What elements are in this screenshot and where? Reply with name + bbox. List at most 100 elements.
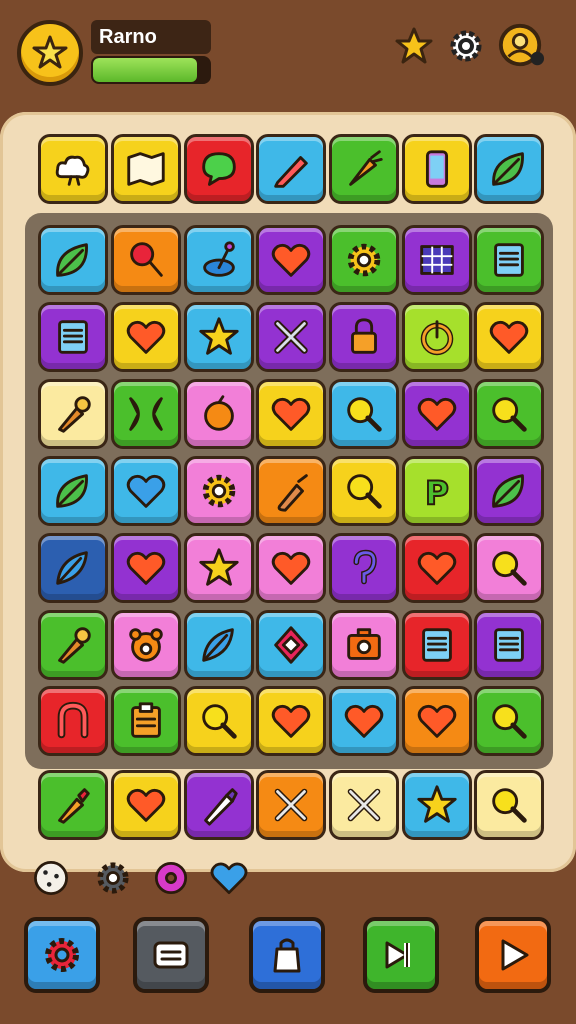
grid-tile[interactable] xyxy=(474,610,544,680)
notepad-icon xyxy=(494,243,524,277)
skip-icon xyxy=(385,941,410,969)
top-row-tile[interactable] xyxy=(111,134,181,204)
grid-tile[interactable] xyxy=(329,533,399,603)
grid-tile[interactable] xyxy=(329,610,399,680)
torch-icon xyxy=(58,627,91,664)
leaf-icon xyxy=(56,474,88,508)
top-row-tile[interactable] xyxy=(474,134,544,204)
grid-tile[interactable] xyxy=(474,302,544,372)
grid-tile[interactable] xyxy=(329,686,399,756)
grid-tile[interactable] xyxy=(184,533,254,603)
heart-icon xyxy=(417,704,457,738)
star-icon xyxy=(417,785,457,823)
grid-tile[interactable] xyxy=(402,610,472,680)
grid-tile[interactable] xyxy=(474,686,544,756)
grid-tile[interactable] xyxy=(184,302,254,372)
magnifier-icon xyxy=(347,397,382,432)
power-icon xyxy=(420,320,454,356)
play-icon xyxy=(501,939,529,971)
grid-tile[interactable] xyxy=(38,456,108,526)
menu-button[interactable] xyxy=(133,917,209,993)
settings-button[interactable] xyxy=(24,917,100,993)
top-row-tile[interactable] xyxy=(402,134,472,204)
player-avatar[interactable] xyxy=(17,20,83,86)
grid-tile[interactable] xyxy=(111,686,181,756)
grid-tile[interactable] xyxy=(111,456,181,526)
letter-p-icon: P xyxy=(424,473,450,513)
leaf-icon xyxy=(492,474,524,508)
top-row-tile[interactable] xyxy=(184,134,254,204)
grid-tile[interactable] xyxy=(402,302,472,372)
grid-tile[interactable] xyxy=(256,533,326,603)
grid-tile[interactable] xyxy=(256,456,326,526)
grid-tile[interactable] xyxy=(329,456,399,526)
heart-icon xyxy=(271,551,311,585)
heart-icon[interactable] xyxy=(206,855,252,901)
grid-tile[interactable] xyxy=(474,225,544,295)
grid-tile[interactable] xyxy=(38,225,108,295)
bear-icon xyxy=(129,628,163,662)
grid-tile[interactable] xyxy=(256,610,326,680)
skip-button[interactable] xyxy=(363,917,439,993)
grid-tile[interactable] xyxy=(256,686,326,756)
grid-tile[interactable] xyxy=(184,686,254,756)
heart-icon xyxy=(126,788,166,822)
grid-tile[interactable] xyxy=(111,379,181,449)
top-row-tile[interactable] xyxy=(329,134,399,204)
bottom-row-tile[interactable] xyxy=(402,770,472,840)
top-row-tile[interactable] xyxy=(256,134,326,204)
bottom-row-tile[interactable] xyxy=(38,770,108,840)
bottom-row-tile[interactable] xyxy=(474,770,544,840)
phone-icon xyxy=(425,150,449,188)
grid-tile[interactable]: P xyxy=(402,456,472,526)
gear-icon[interactable] xyxy=(90,855,136,901)
grid-tile[interactable] xyxy=(111,302,181,372)
magnet-icon xyxy=(57,701,89,739)
heart-icon xyxy=(417,397,457,431)
grid-tile[interactable] xyxy=(402,225,472,295)
grid-tile[interactable] xyxy=(474,456,544,526)
bottom-row-tile[interactable] xyxy=(329,770,399,840)
star-icon xyxy=(199,317,239,355)
grid-tile[interactable] xyxy=(38,610,108,680)
grid-tile[interactable] xyxy=(256,302,326,372)
profile-icon[interactable] xyxy=(497,22,545,70)
star-icon[interactable] xyxy=(390,22,438,70)
grid-tile[interactable] xyxy=(402,533,472,603)
grid-tile[interactable] xyxy=(111,225,181,295)
tools-icon xyxy=(274,788,308,822)
grid-tile[interactable] xyxy=(474,533,544,603)
bottom-row-tile[interactable] xyxy=(256,770,326,840)
play-button[interactable] xyxy=(475,917,551,993)
grid-tile[interactable] xyxy=(38,686,108,756)
grid-tile[interactable] xyxy=(474,379,544,449)
grid-tile[interactable] xyxy=(111,533,181,603)
bottom-row-tile[interactable] xyxy=(111,770,181,840)
grid-tile[interactable] xyxy=(38,379,108,449)
bottom-row-tile[interactable] xyxy=(184,770,254,840)
grid-tile[interactable] xyxy=(184,610,254,680)
grid-tile[interactable] xyxy=(184,379,254,449)
orange-fruit-icon xyxy=(204,395,234,431)
grid-tile[interactable] xyxy=(111,610,181,680)
heart-icon xyxy=(271,243,311,277)
cookie-icon[interactable] xyxy=(28,855,74,901)
top-row-tile[interactable] xyxy=(38,134,108,204)
hook-icon xyxy=(353,549,377,585)
feather-icon xyxy=(202,628,234,662)
grid-tile[interactable] xyxy=(38,302,108,372)
grid-tile[interactable] xyxy=(329,225,399,295)
grid-tile[interactable] xyxy=(402,379,472,449)
heart-icon xyxy=(271,397,311,431)
grid-tile[interactable] xyxy=(184,225,254,295)
grid-tile[interactable] xyxy=(402,686,472,756)
donut-icon[interactable] xyxy=(148,855,194,901)
grid-tile[interactable] xyxy=(184,456,254,526)
shop-button[interactable] xyxy=(249,917,325,993)
grid-tile[interactable] xyxy=(329,302,399,372)
grid-tile[interactable] xyxy=(256,379,326,449)
grid-tile[interactable] xyxy=(38,533,108,603)
grid-tile[interactable] xyxy=(256,225,326,295)
gear-icon[interactable] xyxy=(442,22,490,70)
grid-tile[interactable] xyxy=(329,379,399,449)
